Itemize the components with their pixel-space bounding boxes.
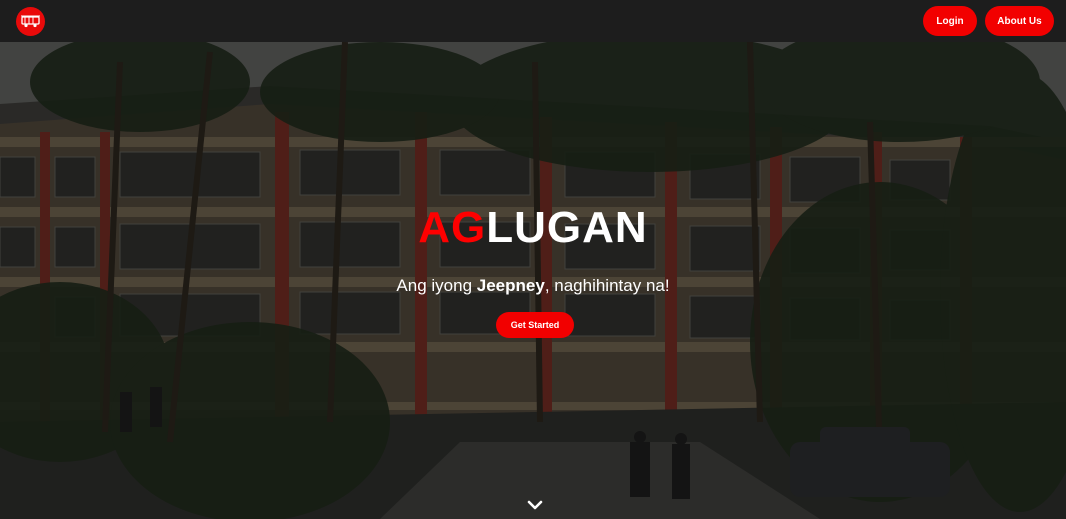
brand-title: AGLUGAN: [0, 202, 1066, 254]
jeepney-logo-icon[interactable]: [16, 7, 45, 36]
get-started-button[interactable]: Get Started: [496, 312, 574, 338]
chevron-down-icon[interactable]: [526, 498, 544, 512]
about-us-button[interactable]: About Us: [985, 6, 1054, 36]
hero-tagline: Ang iyong Jeepney, naghihintay na!: [0, 275, 1066, 297]
login-button[interactable]: Login: [923, 6, 977, 36]
brand-title-rest: LUGAN: [486, 203, 648, 252]
navbar: Login About Us: [0, 0, 1066, 42]
brand-title-accent: AG: [418, 203, 487, 252]
tagline-suffix: , naghihintay na!: [544, 276, 670, 295]
tagline-prefix: Ang iyong: [396, 276, 477, 295]
tagline-bold: Jeepney: [476, 276, 545, 295]
hero-section: AGLUGAN Ang iyong Jeepney, naghihintay n…: [0, 42, 1066, 519]
